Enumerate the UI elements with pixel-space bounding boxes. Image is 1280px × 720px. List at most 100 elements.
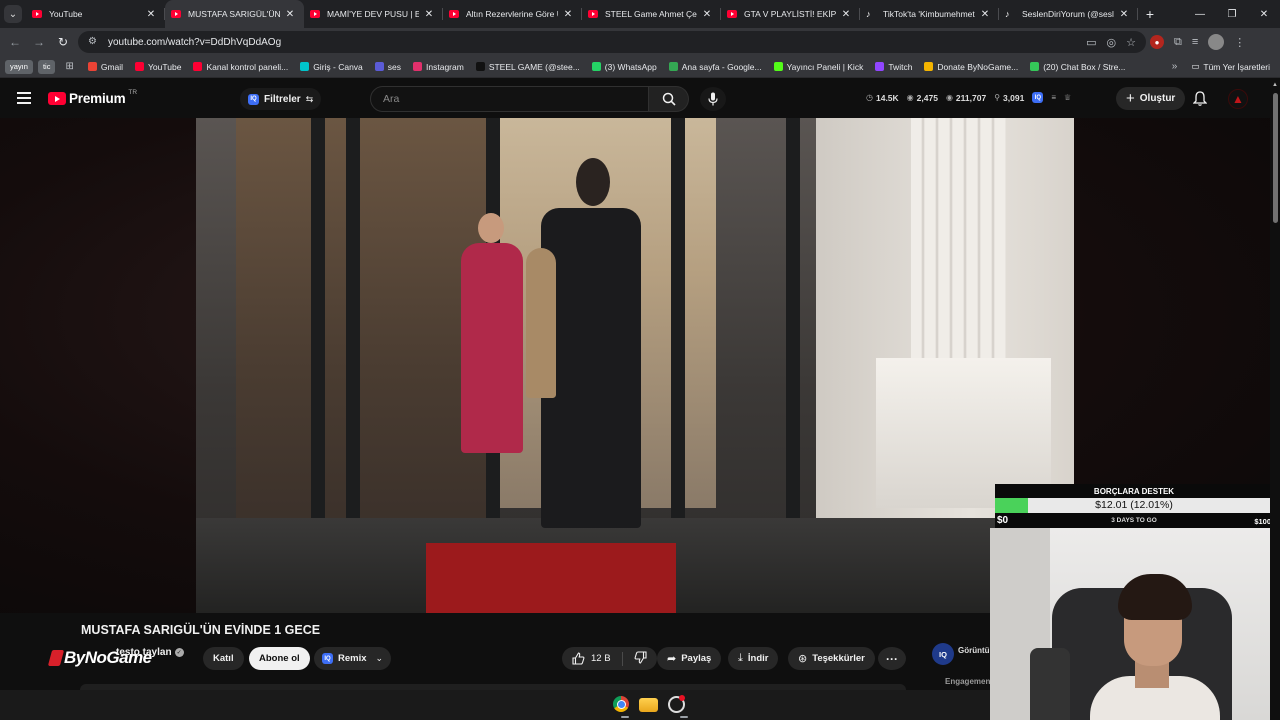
create-label: Oluştur	[1139, 93, 1176, 104]
browser-tab[interactable]: MAMİ'YE DEV PUSU | EVİM ✕	[304, 0, 443, 28]
chrome-icon[interactable]	[613, 696, 629, 712]
extension-badge-icon[interactable]: ●	[1150, 35, 1164, 49]
download-button[interactable]: ⤓ İndir	[728, 647, 779, 670]
browser-tab[interactable]: ♪ TikTok'ta 'Kimbumehmet ✕	[860, 0, 999, 28]
puzzle-icon[interactable]: ⧉	[1174, 36, 1182, 49]
youtube-logo[interactable]: Premium TR	[48, 89, 137, 106]
channel-name[interactable]: testo taylan ✓	[116, 647, 184, 658]
remix-button[interactable]: IQ Remix ⌄	[314, 647, 392, 670]
list-icon[interactable]: ≡	[1051, 93, 1056, 102]
close-tab-icon[interactable]: ✕	[562, 9, 574, 20]
filters-button[interactable]: IQ Filtreler ⇆	[240, 88, 322, 110]
tab-search-button[interactable]: ⌄	[0, 0, 26, 28]
bookmark-item[interactable]: (20) Chat Box / Stre...	[1030, 62, 1125, 72]
active-app-indicator	[621, 716, 629, 718]
kebab-menu-icon[interactable]: ⋮	[1234, 36, 1245, 49]
browser-tab[interactable]: STEEL Game Ahmet Çelik ✕	[582, 0, 721, 28]
more-actions-button[interactable]: ···	[878, 647, 906, 670]
media-icon[interactable]: ≡	[1192, 36, 1198, 48]
site-info-icon[interactable]: ⚙	[88, 36, 100, 48]
bookmark-item[interactable]: Kanal kontrol paneli...	[193, 62, 288, 72]
browser-tab[interactable]: YouTube ✕	[26, 0, 165, 28]
bookmark-chip[interactable]: tic	[37, 59, 56, 74]
file-explorer-icon[interactable]	[639, 698, 658, 712]
browser-tab[interactable]: ♪ SeslenDiriYorum (@sesle ✕	[999, 0, 1138, 28]
share-button[interactable]: ➦ Paylaş	[657, 647, 722, 670]
donation-progress-bar: $12.01 (12.01%)	[995, 498, 1273, 513]
bookmark-item[interactable]: Gmail	[87, 62, 123, 72]
create-button[interactable]: + Oluştur	[1116, 87, 1186, 110]
forward-icon[interactable]: →	[27, 35, 51, 49]
search-input[interactable]: Ara	[370, 86, 649, 112]
iq-icon[interactable]: IQ	[1032, 92, 1044, 103]
star-icon[interactable]: ☆	[1126, 36, 1136, 49]
bookmark-favicon-icon	[475, 62, 485, 71]
close-tab-icon[interactable]: ✕	[979, 9, 991, 20]
dislike-button[interactable]	[634, 650, 647, 667]
bookmark-chip[interactable]: yayın	[5, 59, 33, 74]
minimize-icon[interactable]: —	[1184, 9, 1216, 20]
new-tab-button[interactable]: +	[1138, 6, 1162, 22]
side-tab[interactable]: Görüntü	[958, 646, 990, 662]
reload-icon[interactable]: ↻	[51, 35, 75, 49]
windows-start-icon[interactable]	[586, 696, 603, 713]
bookmark-favicon-icon	[924, 62, 934, 71]
bookmark-item[interactable]: Donate ByNoGame...	[924, 62, 1018, 72]
bookmark-item[interactable]: (3) WhatsApp	[591, 62, 657, 72]
subscribe-button[interactable]: Abone ol	[249, 647, 310, 670]
bookmark-favicon-icon	[668, 62, 678, 71]
thanks-button[interactable]: ⊛ Teşekkürler	[788, 647, 875, 670]
app-icon[interactable]	[668, 695, 685, 713]
webcam-overlay	[990, 528, 1280, 720]
scrollbar-thumb[interactable]	[1273, 93, 1278, 223]
bookmark-item[interactable]: Twitch	[875, 62, 912, 72]
eye-icon: ◉	[945, 93, 953, 102]
profile-avatar[interactable]	[1208, 34, 1225, 50]
close-tab-icon[interactable]: ✕	[284, 9, 296, 20]
streamer-microphone	[1030, 648, 1070, 720]
back-icon[interactable]: ←	[3, 35, 27, 49]
restore-icon[interactable]: ❐	[1216, 9, 1248, 20]
close-tab-icon[interactable]: ✕	[1118, 9, 1130, 20]
address-bar[interactable]: ⚙ youtube.com/watch?v=DdDhVqDdAOg ▭ ◎ ☆	[78, 31, 1146, 53]
video-title: MUSTAFA SARIGÜL'ÜN EVİNDE 1 GECE	[81, 623, 321, 637]
hamburger-menu-icon[interactable]	[17, 92, 31, 104]
bookmarks-more[interactable]: »	[1172, 61, 1178, 72]
bookmark-item[interactable]: Giriş - Canva	[300, 62, 363, 72]
join-button[interactable]: Katıl	[203, 647, 244, 670]
bookmark-label: STEEL GAME (@stee...	[488, 61, 580, 72]
bell-icon[interactable]	[1192, 91, 1208, 109]
close-tab-icon[interactable]: ✕	[840, 9, 852, 20]
bookmark-label: Twitch	[888, 61, 913, 72]
bookmark-item[interactable]: Yayıncı Paneli | Kick	[773, 61, 864, 72]
browser-tab[interactable]: GTA V PLAYLİSTİ! EKİP ÇIL ✕	[721, 0, 860, 28]
logo-text: Premium	[69, 91, 126, 106]
close-window-icon[interactable]: ✕	[1248, 9, 1280, 20]
bookmark-label: Yayıncı Paneli | Kick	[786, 61, 864, 72]
side-iq-button[interactable]: IQ	[932, 643, 954, 665]
browser-tab[interactable]: Altın Rezervlerine Göre Ül ✕	[443, 0, 582, 28]
bookmark-label: Instagram	[426, 61, 464, 72]
bookmark-favicon-icon	[193, 62, 203, 71]
browser-tab[interactable]: MUSTAFA SARIGÜL'ÜN EVİ ✕	[165, 0, 304, 28]
bookmark-item[interactable]: YouTube	[135, 62, 181, 72]
close-tab-icon[interactable]: ✕	[145, 9, 157, 20]
tiktok-icon: ♪	[1005, 9, 1010, 19]
like-button[interactable]: 12 B	[572, 652, 611, 665]
all-bookmarks[interactable]: ▭ Tüm Yer İşaretleri	[1191, 61, 1270, 72]
bookmark-item[interactable]: Ana sayfa - Google...	[668, 62, 762, 72]
bookmark-item[interactable]: STEEL GAME (@stee...	[475, 61, 580, 72]
cast-icon[interactable]: ▭	[1086, 36, 1096, 49]
scroll-up-icon[interactable]: ▲	[1272, 82, 1278, 88]
account-avatar[interactable]: ▲	[1228, 89, 1248, 109]
search-button[interactable]	[649, 86, 689, 112]
trophy-icon[interactable]: ♕	[1064, 93, 1071, 102]
apps-grid-icon[interactable]: ⊞	[65, 61, 73, 72]
eye-off-icon[interactable]: ◎	[1107, 36, 1117, 49]
page-scrollbar[interactable]: ▲	[1270, 79, 1280, 720]
close-tab-icon[interactable]: ✕	[701, 9, 713, 20]
close-tab-icon[interactable]: ✕	[423, 9, 435, 20]
bookmark-item[interactable]: Instagram	[413, 62, 464, 72]
bookmark-item[interactable]: ses	[374, 62, 401, 72]
voice-search-button[interactable]	[700, 87, 726, 111]
